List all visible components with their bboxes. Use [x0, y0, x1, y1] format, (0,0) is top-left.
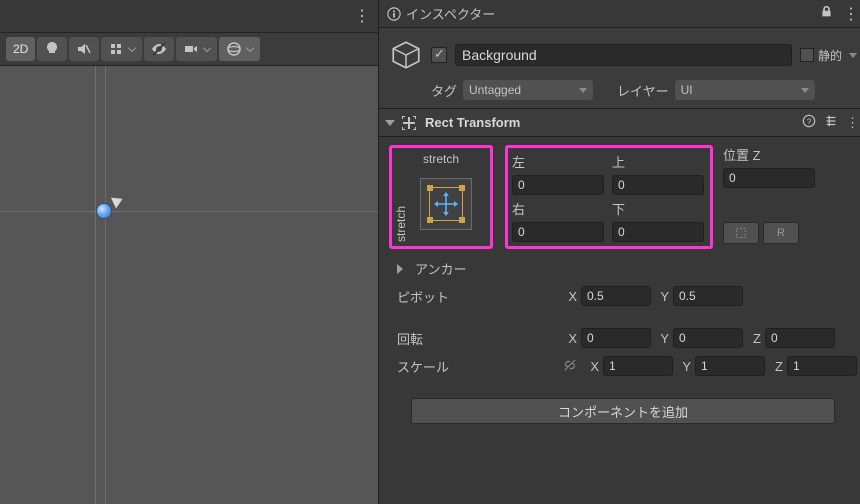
axis-x-label: X	[563, 289, 577, 304]
rect-transform-body: stretch stretch	[379, 137, 860, 440]
inspector-title: インスペクター	[406, 4, 495, 23]
grid-line	[105, 66, 106, 504]
active-checkbox[interactable]	[431, 47, 447, 63]
blueprint-mode-button[interactable]	[723, 222, 759, 244]
static-toggle[interactable]: 静的	[800, 47, 857, 64]
lighting-toggle[interactable]	[37, 37, 67, 61]
grid-line	[95, 66, 96, 504]
pivot-y-input[interactable]	[673, 286, 743, 306]
top-label: 上	[612, 152, 706, 171]
chevron-down-icon	[246, 43, 254, 51]
scale-x-input[interactable]	[603, 356, 673, 376]
right-input[interactable]	[512, 222, 604, 242]
axis-z-label: Z	[747, 331, 761, 346]
pivot-x-input[interactable]	[581, 286, 651, 306]
anchor-preset-highlight: stretch stretch	[389, 145, 493, 249]
help-icon[interactable]: ?	[802, 114, 816, 131]
camera-dropdown[interactable]	[176, 37, 217, 61]
gameobject-header: 静的 タグ Untagged レイヤー UI	[379, 28, 860, 109]
static-label: 静的	[818, 47, 842, 64]
inspector-menu-icon[interactable]: ⋮	[843, 4, 859, 24]
component-title: Rect Transform	[425, 115, 520, 130]
scene-gizmo-node[interactable]	[97, 204, 111, 218]
component-menu-icon[interactable]: ⋮	[846, 115, 859, 131]
left-label: 左	[512, 152, 606, 171]
anchors-foldout[interactable]: アンカー	[397, 259, 857, 278]
axis-y-label: Y	[655, 289, 669, 304]
scene-view: ⋮ 2D	[0, 0, 378, 504]
anchor-v-label: stretch	[394, 152, 408, 242]
inspector-panel: インスペクター ⋮ 静的 タグ Untagged	[378, 0, 860, 504]
scale-label: スケール	[397, 357, 557, 376]
constrain-proportions-icon[interactable]	[563, 358, 577, 375]
rotation-label: 回転	[397, 329, 557, 348]
chevron-down-icon	[579, 88, 587, 93]
rot-y-input[interactable]	[673, 328, 743, 348]
right-label: 右	[512, 199, 606, 218]
tag-value: Untagged	[469, 83, 521, 97]
anchors-label: アンカー	[415, 259, 466, 278]
foldout-icon	[385, 120, 395, 126]
effects-dropdown[interactable]	[101, 37, 142, 61]
scale-y-input[interactable]	[695, 356, 765, 376]
preset-icon[interactable]	[824, 114, 838, 131]
chevron-down-icon	[849, 53, 857, 58]
gameobject-icon	[389, 38, 423, 72]
scene-toolbar: 2D	[0, 32, 378, 66]
layer-label: レイヤー	[617, 81, 669, 100]
grid-line	[0, 211, 378, 212]
static-checkbox[interactable]	[800, 48, 814, 62]
anchor-h-label: stretch	[396, 152, 486, 166]
bottom-label: 下	[612, 199, 706, 218]
inspector-tab[interactable]: インスペクター ⋮	[379, 0, 860, 28]
tag-dropdown[interactable]: Untagged	[463, 80, 593, 100]
scene-gizmo-flag	[111, 193, 125, 208]
axis-x-label: X	[585, 359, 599, 374]
rect-transform-icon	[401, 115, 417, 131]
gameobject-name-input[interactable]	[455, 44, 792, 66]
svg-text:?: ?	[807, 118, 812, 127]
lock-icon[interactable]	[820, 5, 833, 23]
panel-menu-icon[interactable]: ⋮	[354, 6, 368, 26]
bottom-input[interactable]	[612, 222, 704, 242]
scale-z-input[interactable]	[787, 356, 857, 376]
axis-y-label: Y	[655, 331, 669, 346]
rot-x-input[interactable]	[581, 328, 651, 348]
visibility-toggle[interactable]	[144, 37, 174, 61]
audio-toggle[interactable]	[69, 37, 99, 61]
raw-edit-button[interactable]: R	[763, 222, 799, 244]
layer-value: UI	[681, 83, 693, 97]
axis-x-label: X	[563, 331, 577, 346]
axis-y-label: Y	[677, 359, 691, 374]
anchor-preset-button[interactable]: stretch stretch	[396, 152, 486, 242]
rot-z-input[interactable]	[765, 328, 835, 348]
chevron-down-icon	[801, 88, 809, 93]
mode-2d-button[interactable]: 2D	[6, 37, 35, 61]
left-input[interactable]	[512, 175, 604, 195]
tag-label: タグ	[431, 81, 457, 100]
chevron-down-icon	[203, 43, 211, 51]
gizmos-dropdown[interactable]	[219, 37, 260, 61]
top-input[interactable]	[612, 175, 704, 195]
rect-transform-header[interactable]: Rect Transform ? ⋮	[379, 109, 860, 137]
offsets-highlight: 左 上 右 下	[505, 145, 713, 249]
add-component-button[interactable]: コンポーネントを追加	[411, 398, 835, 424]
pivot-label: ピボット	[397, 287, 557, 306]
scene-viewport[interactable]	[0, 66, 378, 504]
info-icon	[387, 7, 401, 21]
foldout-icon	[397, 264, 403, 274]
posz-label: 位置 Z	[723, 145, 817, 164]
layer-dropdown[interactable]: UI	[675, 80, 815, 100]
chevron-down-icon	[128, 43, 136, 51]
top-lip: ⋮	[0, 0, 378, 28]
posz-input[interactable]	[723, 168, 815, 188]
axis-z-label: Z	[769, 359, 783, 374]
